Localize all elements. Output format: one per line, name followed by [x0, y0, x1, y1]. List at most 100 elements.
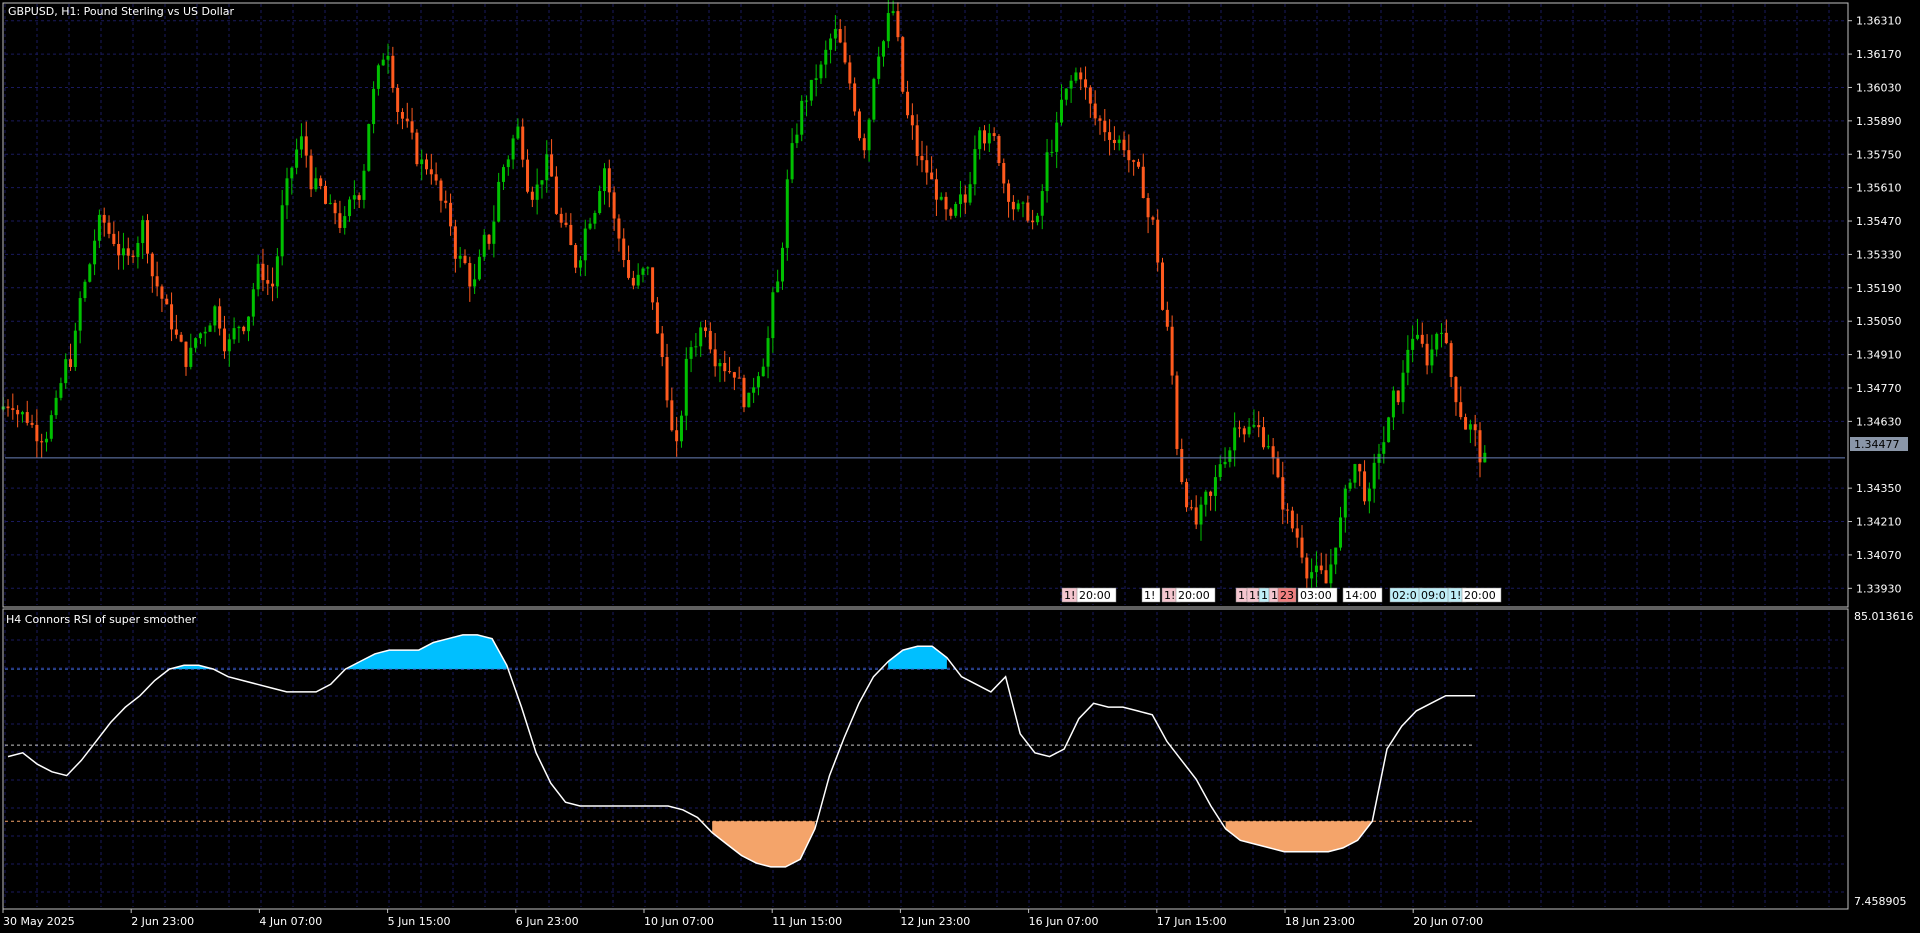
candle-body [1194, 507, 1198, 525]
candle-body [925, 160, 929, 173]
candle-body [1262, 427, 1266, 448]
candle-body [1444, 332, 1448, 344]
candle-body [1117, 139, 1121, 144]
event-tag-text: 20:00 [1464, 589, 1496, 602]
candle-body [689, 347, 693, 359]
candle-body [877, 56, 881, 79]
event-tag[interactable]: 03:00 [1297, 587, 1338, 603]
event-tag[interactable]: 14:00 [1342, 587, 1383, 603]
candle-body [1411, 338, 1415, 350]
candle-body [910, 115, 914, 126]
time-tick-label: 18 Jun 23:00 [1285, 915, 1355, 928]
candle-body [780, 247, 784, 282]
event-tag[interactable]: 23 [1277, 587, 1297, 603]
candle-body [602, 168, 606, 192]
candle-body [6, 406, 10, 409]
candle-body [617, 218, 621, 239]
candle-body [718, 362, 722, 367]
candle-body [309, 155, 313, 190]
chart-window[interactable]: GBPUSD, H1: Pound Sterling vs US Dollar … [0, 0, 1920, 933]
candle-body [189, 347, 193, 367]
candle-body [1108, 132, 1112, 140]
candle-body [1406, 349, 1410, 373]
candle-body [1055, 122, 1059, 152]
candle-body [198, 333, 202, 339]
candle-body [1363, 471, 1367, 502]
candle-body [973, 149, 977, 185]
candle-body [1310, 572, 1314, 579]
candle-body [540, 180, 544, 185]
candle-body [1271, 446, 1275, 459]
candle-body [593, 212, 597, 224]
price-tick-label: 1.35050 [1856, 315, 1902, 328]
candle-body [530, 191, 534, 200]
event-tag[interactable]: 1! [1141, 587, 1161, 603]
candle-body [141, 220, 145, 244]
candle-body [915, 125, 919, 157]
price-tick-label: 1.34070 [1856, 549, 1902, 562]
candle-body [1367, 488, 1371, 502]
candle [872, 77, 876, 123]
candle-body [651, 267, 655, 303]
candle-body [1353, 464, 1357, 483]
price-tick-label: 1.35610 [1856, 182, 1902, 195]
candle-body [992, 133, 996, 137]
candle-body [708, 330, 712, 350]
candle-body [102, 214, 106, 223]
candle-body [829, 38, 833, 50]
price-tick-label: 1.34350 [1856, 482, 1902, 495]
event-tag-text: 20:00 [1178, 589, 1210, 602]
candle-body [675, 430, 679, 442]
event-tag[interactable]: 20:00 [1461, 587, 1502, 603]
candle-body [906, 91, 910, 116]
candle-body [439, 180, 443, 201]
candle-body [1440, 332, 1444, 334]
candle-body [1464, 417, 1468, 430]
candle-body [299, 136, 303, 150]
event-tag[interactable]: 20:00 [1076, 587, 1117, 603]
candle-body [425, 159, 429, 170]
price-tick-label: 1.34630 [1856, 415, 1902, 428]
candle-body [631, 277, 635, 286]
candle-body [54, 397, 58, 416]
event-tag[interactable]: 02:0 [1389, 587, 1423, 603]
event-tag[interactable]: 09:0 [1418, 587, 1452, 603]
candle-body [930, 172, 934, 180]
candle [747, 392, 751, 408]
price-tick-label: 1.34910 [1856, 349, 1902, 362]
event-tag-text: 20:00 [1079, 589, 1111, 602]
candle-body [819, 64, 823, 79]
candle-body [1016, 203, 1020, 210]
event-tag-text: 23 [1280, 589, 1294, 602]
time-tick-label: 16 Jun 07:00 [1029, 915, 1099, 928]
candle-body [1209, 491, 1213, 496]
candle-body [805, 100, 809, 102]
candle-body [646, 267, 650, 269]
candle-body [323, 185, 327, 204]
candle-body [867, 119, 871, 151]
candle-body [771, 292, 775, 339]
candle-body [429, 169, 433, 175]
candle-body [554, 176, 558, 214]
candle-body [1136, 161, 1140, 167]
candle-body [1300, 537, 1304, 558]
candle-body [896, 11, 900, 38]
event-tag[interactable]: 20:00 [1175, 587, 1216, 603]
candle-body [761, 366, 765, 377]
candle-body [1132, 160, 1136, 162]
candle-body [333, 202, 337, 214]
candle-body [338, 213, 342, 228]
candle-body [939, 196, 943, 200]
candle-body [20, 412, 24, 415]
candle-body [1415, 334, 1419, 339]
candle-body [872, 78, 876, 120]
candle-body [1218, 464, 1222, 478]
candle-body [1233, 427, 1237, 451]
candle-body [1305, 557, 1309, 579]
candle-body [83, 281, 87, 299]
candle-body [1252, 425, 1256, 427]
candle [954, 201, 958, 218]
price-tick-label: 1.35190 [1856, 282, 1902, 295]
candle-body [218, 306, 222, 329]
candle-body [97, 214, 101, 241]
